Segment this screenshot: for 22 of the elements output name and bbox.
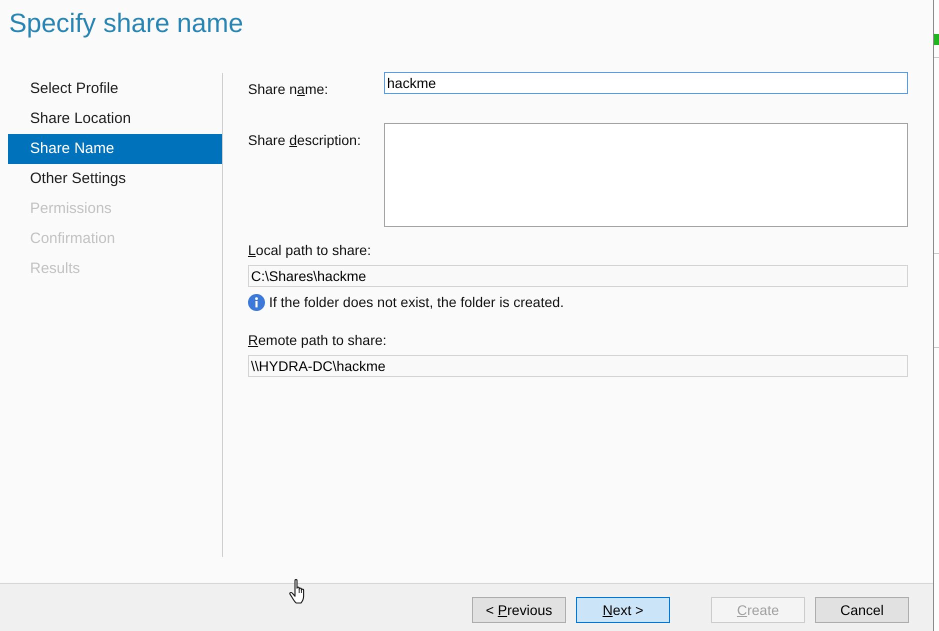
step-item: Confirmation xyxy=(29,229,116,249)
info-icon xyxy=(248,294,265,310)
step-item: Permissions xyxy=(29,199,113,219)
read-only-field[interactable]: C:\Shares\hackme xyxy=(248,265,908,287)
text-field[interactable]: hackme xyxy=(384,72,908,94)
step-item: Results xyxy=(29,259,82,279)
field-label: Share name: xyxy=(248,80,328,98)
read-only-field[interactable]: \\HYDRA-DC\hackme xyxy=(248,355,908,377)
field-label: Remote path to share: xyxy=(248,331,387,349)
previous-button[interactable]: < Previous xyxy=(472,597,566,623)
info-note: If the folder does not exist, the folder is created. xyxy=(269,293,564,311)
step-item[interactable]: Share Name xyxy=(8,134,222,164)
next-button[interactable]: Next > xyxy=(576,597,670,623)
field-label: Local path to share: xyxy=(248,241,371,259)
hand-cursor-icon xyxy=(289,579,306,604)
step-item[interactable]: Other Settings xyxy=(8,164,222,194)
text-area[interactable] xyxy=(384,123,908,227)
step-item[interactable]: Share Location xyxy=(8,104,222,134)
page-title: Specify share name xyxy=(8,7,244,40)
cancel-button[interactable]: Cancel xyxy=(815,597,909,623)
field-label: Share description: xyxy=(248,131,361,149)
step-item[interactable]: Select Profile xyxy=(8,74,222,104)
